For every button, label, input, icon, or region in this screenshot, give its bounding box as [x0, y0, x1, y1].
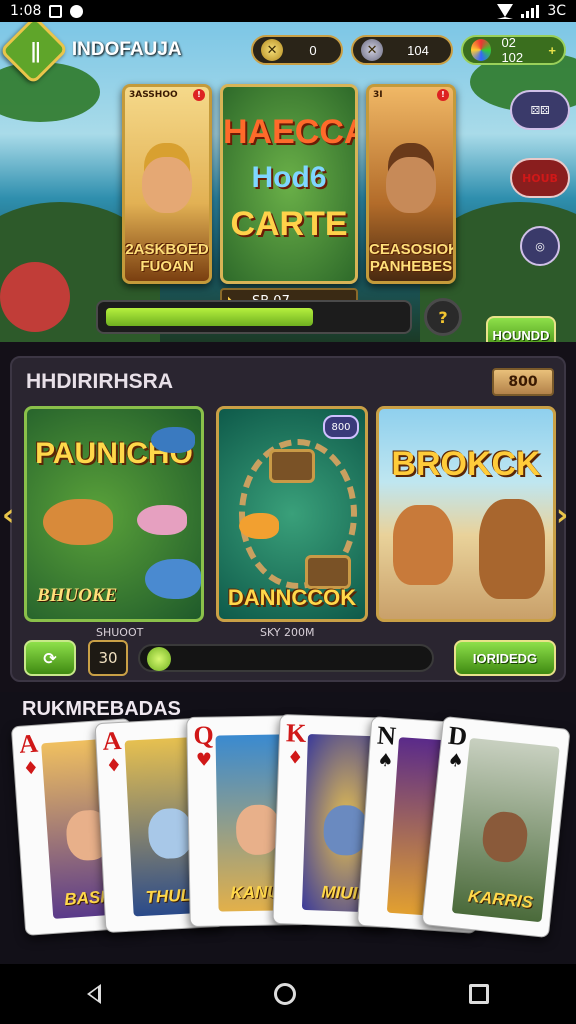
side-buttons: ⚄⚄ HOUB ◎: [510, 90, 570, 266]
tile-subtitle: BHUOKE: [37, 585, 118, 606]
card-rank: N: [376, 720, 397, 751]
card-suit-icon: ♠: [376, 749, 395, 772]
bet-slider[interactable]: [138, 644, 434, 672]
top-progress-bar: [96, 300, 412, 334]
card-suit-icon: ♥: [195, 749, 213, 771]
tile-label: SHUOOT: [96, 626, 144, 639]
dice-icon: ⚄⚄: [530, 103, 550, 117]
recent-apps-icon[interactable]: [469, 984, 490, 1004]
card-rank: D: [446, 720, 469, 752]
side-button-2[interactable]: HOUB: [510, 158, 570, 198]
panel-controls: ⟳ 30 IORIDEDG: [24, 640, 556, 676]
balance-counter[interactable]: 02 102 +: [461, 35, 566, 65]
gem-value: 104: [407, 42, 429, 58]
card-suit-icon: ♦: [105, 754, 123, 777]
panel-badge[interactable]: 800: [492, 368, 554, 396]
coin-counter[interactable]: ✕ 0: [251, 35, 344, 65]
fish-icon: [145, 559, 201, 599]
alert-icon: !: [437, 89, 449, 101]
coin-icon: ✕: [261, 39, 284, 61]
top-header: || INDOFAUJA ✕ 0 ✕ 104 02 102 +: [0, 22, 566, 85]
featured-card-right[interactable]: 3I! CEASOSIOK PANHEBES: [366, 84, 456, 284]
bet-counter[interactable]: 30: [88, 640, 128, 676]
cards-title: RUKMREBADAS: [22, 698, 181, 720]
card-rank: A: [101, 725, 123, 756]
coin-value: 0: [309, 42, 317, 58]
card-badge: 3I!: [373, 89, 449, 101]
fox-character-icon: [393, 505, 453, 585]
flower: [0, 262, 70, 332]
hint-icon: ?: [438, 307, 448, 327]
slider-handle[interactable]: [147, 647, 172, 671]
gem-counter[interactable]: ✕ 104: [351, 35, 454, 65]
pause-icon: ||: [29, 37, 39, 62]
hero-scene: || INDOFAUJA ✕ 0 ✕ 104 02 102 + 3ASSHOO!…: [0, 22, 576, 342]
alert-icon: !: [193, 89, 205, 101]
hound-button[interactable]: HOUNDD: [486, 316, 556, 342]
tile-label: SKY 200M: [260, 626, 315, 639]
spin-icon: ⟳: [43, 648, 57, 668]
battery-text: 3C: [547, 3, 566, 19]
play-button[interactable]: IORIDEDG: [454, 640, 556, 676]
status-time: 1:08: [10, 3, 42, 19]
fish-icon: [239, 513, 279, 539]
playing-card[interactable]: D ♠ KARRIS: [421, 715, 571, 939]
tile-badge: 800: [323, 415, 359, 439]
card-suit-icon: ♦: [286, 747, 304, 769]
signal-icon: [521, 4, 540, 18]
cards-section: RUKMREBADAS A ♦ BASKO A ♦ THULLI Q ♥ KAN…: [0, 692, 576, 964]
tile-title: BROKCK: [391, 445, 541, 483]
fish-icon: [43, 499, 113, 545]
panel-title: HHDIRIRHSRA: [26, 370, 173, 393]
card-badge: 3ASSHOO!: [129, 89, 205, 101]
card-rank: Q: [193, 720, 214, 750]
fish-icon: [151, 427, 195, 453]
side-button-1[interactable]: ⚄⚄: [510, 90, 570, 130]
spin-button[interactable]: ⟳: [24, 640, 76, 676]
gem-icon: ✕: [361, 39, 384, 61]
scroll-right-icon[interactable]: ›: [556, 494, 574, 538]
featured-card-center[interactable]: HAECCA Hod6 CARTE: [220, 84, 358, 284]
progress-fill: [106, 308, 314, 326]
featured-card-left[interactable]: 3ASSHOO! 2ASKBOED FUOAN: [122, 84, 212, 284]
app-status-icon: [70, 4, 84, 18]
game-tile-fish[interactable]: PAUNICHO BHUOKE: [24, 406, 204, 622]
card-suit-icon: ♦: [22, 757, 40, 780]
games-panel: HHDIRIRHSRA 800 ‹ › PAUNICHO BHUOKE 800 …: [2, 356, 568, 682]
system-nav-bar: [0, 964, 576, 1024]
featured-cards: 3ASSHOO! 2ASKBOED FUOAN HAECCA Hod6 CARTE…: [122, 84, 458, 314]
add-balance-icon[interactable]: +: [548, 43, 556, 58]
balance-value: 02 102: [501, 35, 524, 65]
side-button-3[interactable]: ◎: [520, 226, 560, 266]
orb-icon: [471, 39, 492, 61]
kangaroo-character-icon: [479, 499, 545, 599]
game-tile-treasure[interactable]: 800 DANNCCOK: [216, 406, 368, 622]
fish-icon: [137, 505, 187, 535]
shell-icon: ◎: [535, 239, 545, 253]
feature-title: HAECCA Hod6 CARTE: [223, 113, 358, 243]
status-bar: 1:08 3C: [0, 0, 576, 22]
card-rank: K: [285, 718, 307, 748]
wifi-icon: [497, 3, 514, 19]
card-rank: A: [18, 728, 39, 759]
hint-button[interactable]: ?: [424, 298, 462, 336]
character-portrait: [142, 157, 192, 213]
scroll-left-icon[interactable]: ‹: [2, 494, 20, 538]
home-icon[interactable]: [273, 983, 296, 1005]
chest-icon: [269, 449, 315, 483]
game-tile-beach[interactable]: BROKCK: [376, 406, 556, 622]
chest-icon: [305, 555, 351, 589]
character-portrait: [386, 157, 436, 213]
card-caption: 2ASKBOED FUOAN: [125, 241, 209, 275]
game-title: INDOFAUJA: [71, 39, 182, 60]
back-icon[interactable]: [86, 984, 101, 1004]
card-caption: CEASOSIOK PANHEBES: [369, 241, 456, 275]
tile-title: DANNCCOK: [227, 585, 357, 610]
card-suit-icon: ♠: [446, 749, 465, 773]
notification-icon: [49, 4, 63, 18]
